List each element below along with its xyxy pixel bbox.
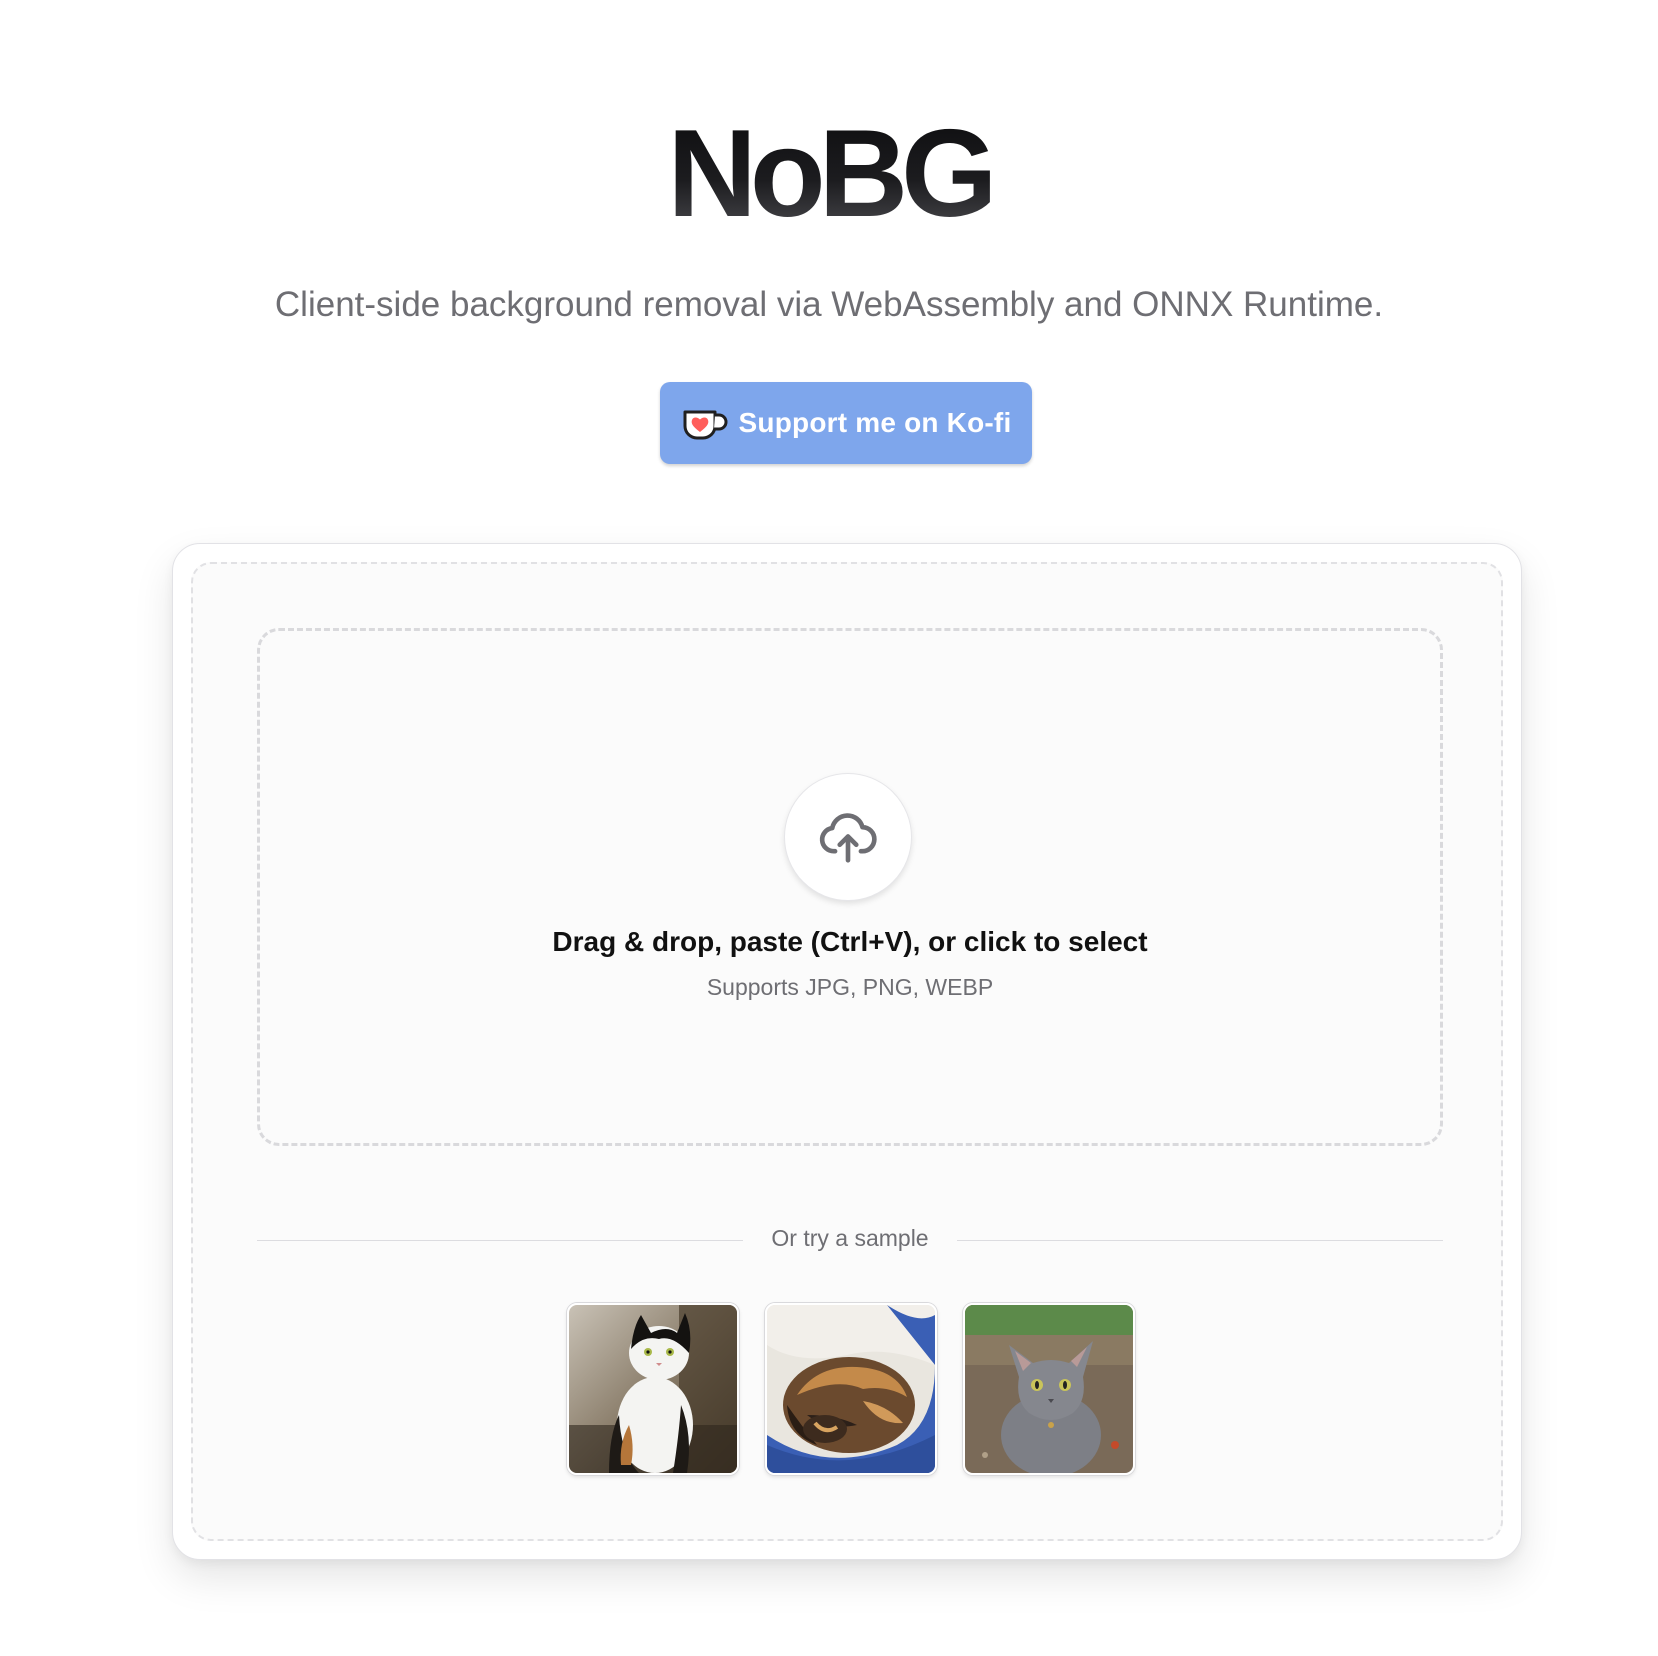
divider-line-right <box>957 1240 1443 1241</box>
sample-cat-gray-image <box>965 1305 1133 1473</box>
cloud-upload-icon <box>819 813 877 863</box>
sample-cat-calico-sitting[interactable] <box>567 1303 739 1475</box>
dropzone-formats: Supports JPG, PNG, WEBP <box>706 974 994 1000</box>
dropzone-title: Drag & drop, paste (Ctrl+V), or click to… <box>552 926 1148 957</box>
sample-cat-calico-image <box>569 1305 737 1473</box>
support-kofi-button[interactable]: Support me on Ko-fi <box>660 382 1032 464</box>
sample-images <box>567 1303 1135 1475</box>
image-dropzone[interactable]: Drag & drop, paste (Ctrl+V), or click to… <box>257 628 1443 1146</box>
sample-cat-gray[interactable] <box>963 1303 1135 1475</box>
sample-cat-tortoiseshell-image <box>767 1305 935 1473</box>
sample-divider: Or try a sample <box>257 1220 1443 1260</box>
app-subtitle: Client-side background removal via WebAs… <box>274 285 1384 324</box>
divider-line-left <box>257 1240 743 1241</box>
app-title: NoBG <box>0 112 1658 236</box>
kofi-cup-heart-icon <box>683 410 728 440</box>
upload-icon-circle <box>784 773 912 901</box>
upload-card: Drag & drop, paste (Ctrl+V), or click to… <box>172 543 1522 1560</box>
sample-divider-label: Or try a sample <box>771 1225 929 1251</box>
upload-card-inner: Drag & drop, paste (Ctrl+V), or click to… <box>191 562 1503 1541</box>
support-kofi-label: Support me on Ko-fi <box>738 407 1012 438</box>
sample-cat-tortoiseshell-curled[interactable] <box>765 1303 937 1475</box>
